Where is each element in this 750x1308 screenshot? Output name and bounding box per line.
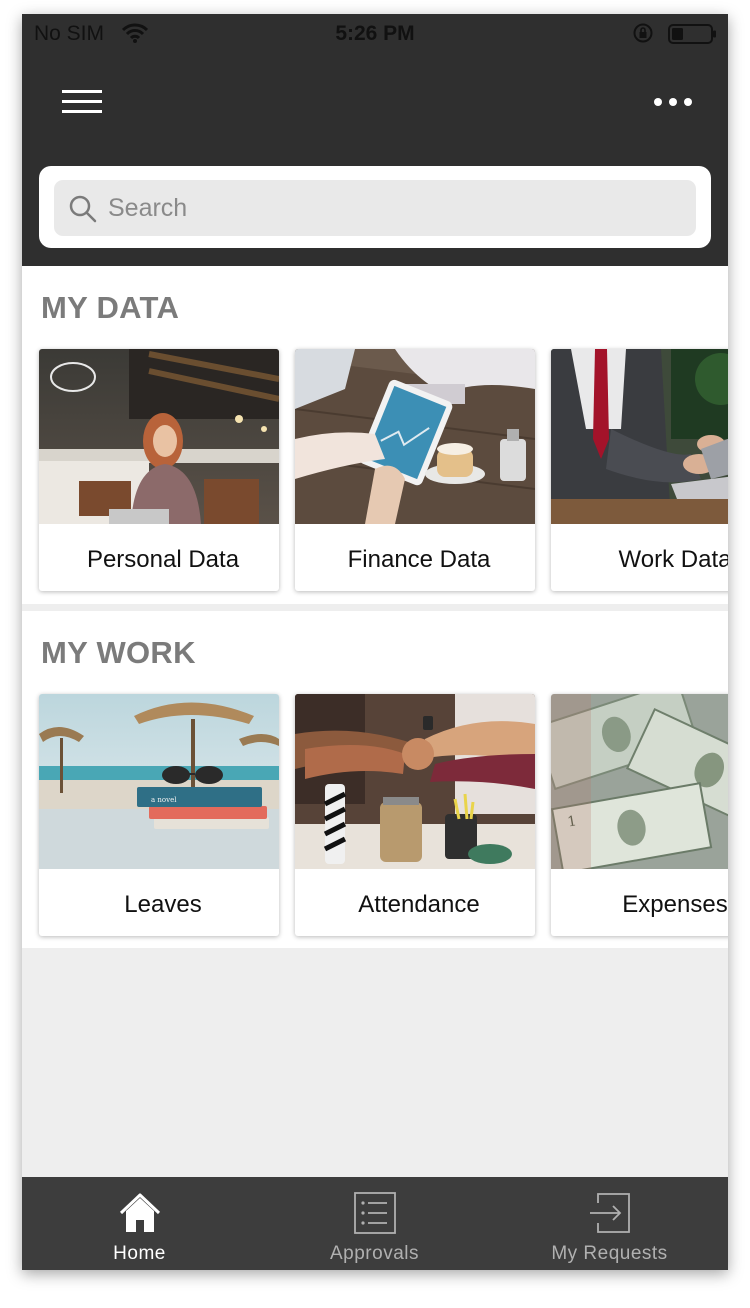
personal-data-image — [39, 349, 279, 524]
status-bar: No SIM 5:26 PM — [22, 14, 728, 54]
expenses-card[interactable]: 1 Expenses — [551, 694, 728, 936]
search-input[interactable] — [108, 180, 668, 236]
my-work-section: MY WORK a novel Leaves Attendance 1 Expe… — [22, 611, 728, 948]
home-icon — [119, 1193, 161, 1232]
battery-icon — [668, 23, 718, 50]
personal-data-card[interactable]: Personal Data — [39, 349, 279, 591]
svg-text:a novel: a novel — [151, 796, 177, 804]
list-icon — [354, 1192, 396, 1234]
tab-home[interactable]: Home — [22, 1177, 257, 1270]
card-label: Work Data — [618, 546, 728, 573]
card-label: Finance Data — [347, 546, 491, 573]
section-title: MY DATA — [41, 290, 180, 325]
phone-screen: No SIM 5:26 PM Search MY DATA Personal D… — [22, 14, 728, 1270]
card-carousel[interactable]: Personal Data Finance Data Work Data — [39, 349, 728, 591]
card-label: Personal Data — [86, 546, 240, 573]
finance-data-image — [295, 349, 535, 524]
bottom-tab-bar: Home Approvals My Requests — [22, 1177, 728, 1270]
attendance-card[interactable]: Attendance — [295, 694, 535, 936]
work-data-card[interactable]: Work Data — [551, 349, 728, 591]
rotation-lock-icon — [632, 22, 654, 49]
my-data-section: MY DATA Personal Data Finance Data Work … — [22, 266, 728, 604]
card-label: Attendance — [358, 891, 480, 918]
expenses-image: 1 — [551, 694, 728, 869]
card-carousel[interactable]: a novel Leaves Attendance 1 Expenses — [39, 694, 728, 936]
section-title: MY WORK — [41, 635, 196, 670]
clock: 5:26 PM — [335, 22, 415, 45]
leaves-image: a novel — [39, 694, 279, 869]
app-header — [22, 54, 728, 266]
search-icon — [68, 194, 98, 229]
tab-label: My Requests — [551, 1243, 668, 1264]
export-icon — [590, 1193, 630, 1233]
more-dots-icon — [654, 98, 692, 106]
hamburger-icon — [62, 90, 102, 113]
finance-data-card[interactable]: Finance Data — [295, 349, 535, 591]
work-data-image — [551, 349, 728, 524]
attendance-image — [295, 694, 535, 869]
hamburger-menu-button[interactable] — [60, 84, 104, 120]
tab-approvals[interactable]: Approvals — [257, 1177, 492, 1270]
card-label: Expenses — [622, 891, 728, 918]
search-container — [39, 166, 711, 248]
tab-my-requests[interactable]: My Requests — [492, 1177, 727, 1270]
card-label: Leaves — [124, 891, 202, 918]
leaves-card[interactable]: a novel Leaves — [39, 694, 279, 936]
tab-label: Approvals — [330, 1243, 419, 1264]
tab-label: Home — [113, 1243, 166, 1264]
more-options-button[interactable] — [648, 88, 698, 116]
search-field[interactable] — [54, 180, 696, 236]
